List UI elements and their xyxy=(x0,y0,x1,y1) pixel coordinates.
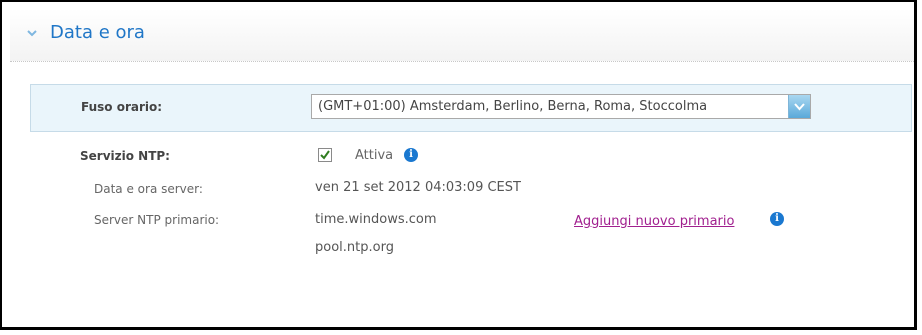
timezone-row: Fuso orario: (GMT+01:00) Amsterdam, Berl… xyxy=(30,84,912,132)
ntp-enable-checkbox[interactable] xyxy=(318,148,332,162)
ntp-service-label: Servizio NTP: xyxy=(80,149,170,163)
secondary-ntp-value: pool.ntp.org xyxy=(315,240,394,255)
timezone-label: Fuso orario: xyxy=(81,100,163,114)
server-datetime-value: ven 21 set 2012 04:03:09 CEST xyxy=(315,180,521,195)
add-primary-link[interactable]: Aggiungi nuovo primario xyxy=(574,214,734,229)
chevron-down-icon[interactable] xyxy=(27,28,37,38)
section-title: Data e ora xyxy=(50,22,145,43)
select-dropdown-button[interactable] xyxy=(788,95,810,118)
ntp-enable-label: Attiva xyxy=(355,148,394,163)
chevron-down-icon xyxy=(794,103,805,111)
section-header[interactable]: Data e ora xyxy=(10,9,914,62)
checkmark-icon xyxy=(320,150,330,160)
info-icon[interactable]: i xyxy=(404,148,418,162)
timezone-select-value: (GMT+01:00) Amsterdam, Berlino, Berna, R… xyxy=(318,99,708,114)
server-datetime-label: Data e ora server: xyxy=(94,182,203,196)
panel-frame: Data e ora Fuso orario: (GMT+01:00) Amst… xyxy=(0,0,917,330)
timezone-select[interactable]: (GMT+01:00) Amsterdam, Berlino, Berna, R… xyxy=(311,94,811,119)
info-icon[interactable]: i xyxy=(770,212,784,226)
primary-ntp-label: Server NTP primario: xyxy=(94,213,220,227)
primary-ntp-value: time.windows.com xyxy=(315,212,437,227)
